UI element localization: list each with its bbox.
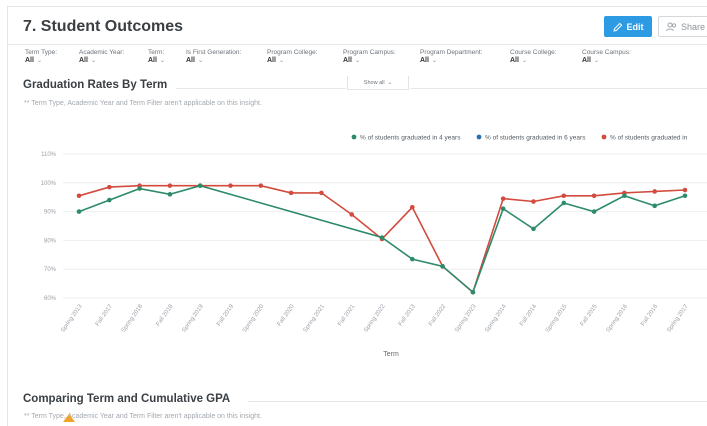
gpa-note: ** Term Type, Academic Year and Term Fil… [24,413,262,420]
x-tick-label: Fall 2014 [519,303,538,327]
y-tick-label: 90% [44,210,57,216]
y-tick-label: 80% [44,238,57,244]
legend-marker [601,134,607,140]
data-point [167,192,173,197]
data-point [622,193,627,199]
data-point [76,193,82,199]
data-point [107,197,112,203]
x-tick-label: Spring 2018 [121,303,145,333]
insight-frame: 7. Student Outcomes Edit Share Term Type… [7,6,707,426]
data-point [107,184,112,190]
data-point [197,183,203,188]
data-point [379,235,385,240]
data-point [561,193,567,199]
data-point [531,199,536,204]
data-point [531,226,536,232]
x-tick-label: Fall 2022 [428,303,447,327]
x-tick-label: Spring 2016 [606,303,630,333]
data-point [591,209,597,214]
x-tick-label: Fall 2015 [580,303,599,327]
x-tick-label: Fall 2019 [216,303,235,327]
data-point [410,256,415,262]
data-point [228,183,233,188]
x-tick-label: Spring 2022 [363,303,387,333]
y-tick-label: 70% [44,267,57,273]
x-tick-label: Fall 2017 [95,303,114,327]
data-point [349,212,355,217]
legend-label: % of students graduated in 4 years [360,135,461,142]
x-tick-label: Spring 2021 [303,303,327,333]
data-point [470,289,476,295]
data-point [76,209,82,214]
data-point [682,193,688,199]
x-tick-label: Fall 2013 [398,303,417,327]
data-point [652,203,657,209]
legend-label: % of students graduated in [610,135,688,142]
graduation-rate-chart: 60% 70% 80% 90% 100% 110% Spring 2013 Fall 2017… [41,134,707,358]
data-point [167,183,173,188]
x-axis-title: Term [383,351,399,358]
data-point [440,264,445,269]
x-tick-label: Spring 2020 [242,303,266,333]
data-point [319,190,324,196]
x-tick-label: Spring 2015 [545,303,569,333]
y-tick-label: 100% [41,181,57,187]
x-tick-label: Fall 2020 [277,303,296,327]
x-tick-label: Spring 2023 [454,303,478,333]
y-tick-label: 60% [44,296,57,302]
data-point [410,204,415,210]
data-point [500,206,506,212]
x-tick-label: Fall 2016 [640,303,659,327]
data-point [591,193,597,199]
x-tick-label: Spring 2019 [181,303,205,333]
x-tick-label: Fall 2018 [155,303,174,327]
cursor-pointer-icon [63,414,75,422]
x-tick-label: Spring 2017 [666,303,690,333]
gpa-section-title: Comparing Term and Cumulative GPA [23,393,231,405]
data-point [682,187,688,193]
x-tick-label: Spring 2013 [60,303,84,333]
x-tick-label: Fall 2021 [337,303,356,327]
data-point [137,186,142,191]
section-divider [248,401,707,402]
data-point [500,196,506,201]
data-point [561,200,567,206]
x-tick-label: Spring 2014 [484,303,508,333]
legend-label: % of students graduated in 6 years [485,135,586,142]
data-point [288,190,294,196]
y-tick-label: 110% [41,152,57,158]
legend-marker [476,134,482,140]
data-point [258,183,264,188]
data-point [652,189,657,194]
legend-marker [351,134,357,140]
